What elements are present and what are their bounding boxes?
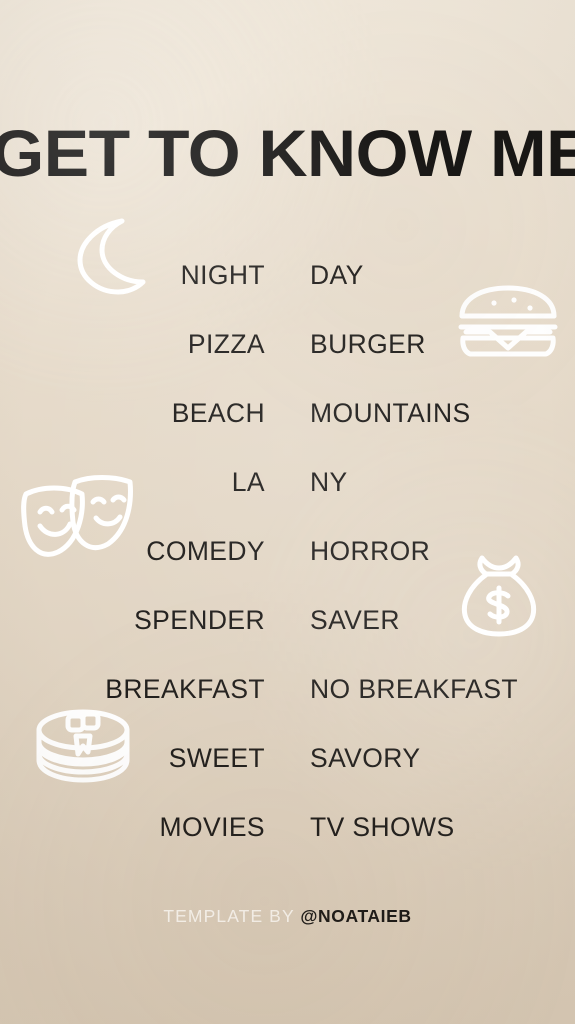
option-right[interactable]: SAVER: [310, 605, 400, 635]
option-left[interactable]: NIGHT: [0, 260, 265, 290]
option-right[interactable]: TV SHOWS: [310, 812, 455, 842]
story-canvas: GET TO KNOW ME NIGHT DAY PIZZA BURGER BE…: [0, 0, 575, 1024]
list-item: SPENDER SAVER: [0, 585, 575, 654]
list-item: PIZZA BURGER: [0, 309, 575, 378]
list-item: BREAKFAST NO BREAKFAST: [0, 654, 575, 723]
option-right[interactable]: HORROR: [310, 536, 430, 566]
comparison-list: NIGHT DAY PIZZA BURGER BEACH MOUNTAINS L…: [0, 240, 575, 861]
credit-handle[interactable]: @NOATAIEB: [300, 906, 411, 926]
option-right[interactable]: NY: [310, 467, 348, 497]
option-left[interactable]: LA: [0, 467, 265, 497]
credit-prefix: TEMPLATE BY: [163, 906, 301, 926]
option-left[interactable]: BREAKFAST: [0, 674, 265, 704]
option-left[interactable]: COMEDY: [0, 536, 265, 566]
page-title: GET TO KNOW ME: [0, 116, 575, 190]
option-left[interactable]: BEACH: [0, 398, 265, 428]
option-right[interactable]: SAVORY: [310, 743, 420, 773]
option-left[interactable]: MOVIES: [0, 812, 265, 842]
list-item: SWEET SAVORY: [0, 723, 575, 792]
option-left[interactable]: SPENDER: [0, 605, 265, 635]
option-left[interactable]: PIZZA: [0, 329, 265, 359]
list-item: COMEDY HORROR: [0, 516, 575, 585]
list-item: NIGHT DAY: [0, 240, 575, 309]
list-item: LA NY: [0, 447, 575, 516]
list-item: BEACH MOUNTAINS: [0, 378, 575, 447]
option-left[interactable]: SWEET: [0, 743, 265, 773]
template-credit: TEMPLATE BY @NOATAIEB: [0, 906, 575, 927]
option-right[interactable]: MOUNTAINS: [310, 398, 471, 428]
list-item: MOVIES TV SHOWS: [0, 792, 575, 861]
option-right[interactable]: DAY: [310, 260, 364, 290]
option-right[interactable]: NO BREAKFAST: [310, 674, 518, 704]
option-right[interactable]: BURGER: [310, 329, 426, 359]
